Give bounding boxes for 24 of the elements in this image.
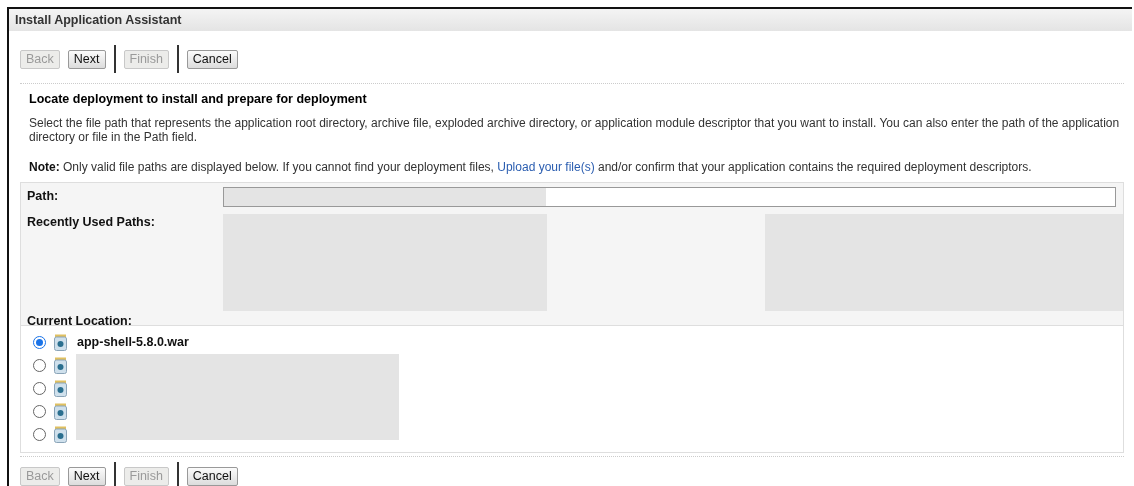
radio-button[interactable]: [33, 404, 46, 418]
upload-link[interactable]: Upload your file(s): [497, 160, 595, 174]
wizard-button[interactable]: Cancel: [186, 466, 238, 486]
description-text: Select the file path that represents the application root directory, archive file, exploded archive directory, or application module descriptor that you want to install. You can also enter the path of the application directory or file in the Path field.: [29, 116, 1121, 144]
wizard-button[interactable]: Next: [67, 466, 106, 486]
archive-jar-icon: [54, 379, 67, 397]
recent-paths-label: Recently Used Paths:: [27, 214, 156, 229]
archive-jar-icon: [54, 356, 67, 374]
path-label: Path:: [27, 189, 60, 203]
radio-button[interactable]: [33, 335, 46, 349]
archive-jar-icon: [54, 402, 67, 420]
archive-jar-icon: [54, 425, 67, 443]
archive-jar-icon: [54, 333, 67, 351]
file-name: app-shell-5.8.0.war: [77, 335, 189, 349]
note-text: Note: Only valid file paths are displayed below. If you cannot find your deployment files, Upload your file(s) and/or confirm that your application contains the required deployment descriptors.: [29, 160, 1033, 174]
path-field[interactable]: [223, 187, 1116, 207]
wizard-button[interactable]: Next: [67, 49, 106, 69]
current-location-label: Current Location:: [27, 314, 133, 330]
radio-button[interactable]: [33, 427, 46, 441]
radio-button[interactable]: [33, 381, 46, 395]
section-heading: Locate deployment to install and prepare for deployment: [29, 92, 368, 106]
wizard-button[interactable]: Cancel: [186, 49, 238, 69]
radio-button[interactable]: [33, 358, 46, 372]
window-title: Install Application Assistant: [9, 9, 1132, 31]
